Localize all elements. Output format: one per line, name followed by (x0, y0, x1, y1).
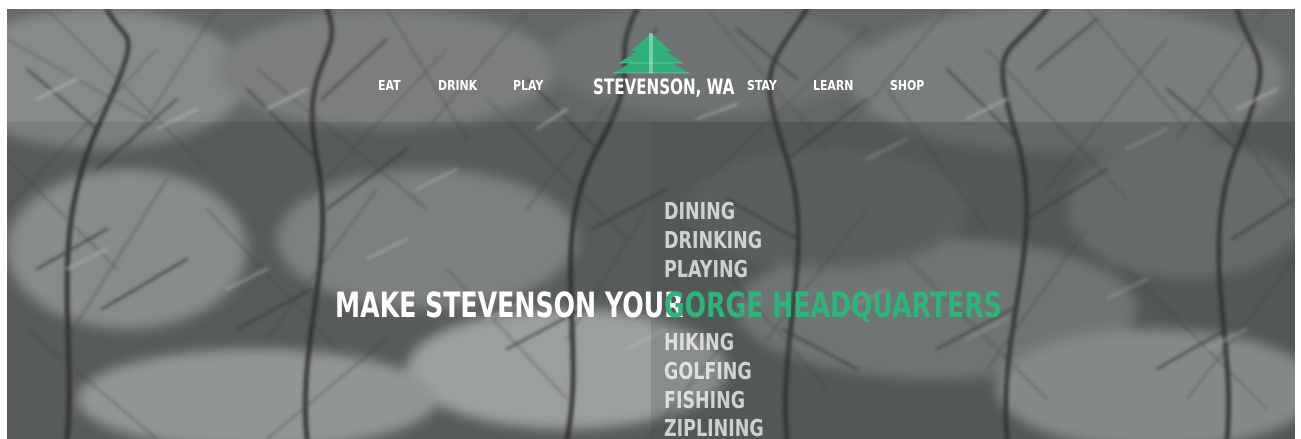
logo-text: STEVENSON, WA (593, 75, 735, 99)
nav-link-play[interactable]: PLAY (513, 79, 543, 94)
rotating-word: FISHING (664, 388, 746, 414)
hero-tagline: MAKE STEVENSON YOUR (335, 286, 684, 326)
rotating-word: ZIPLINING (664, 416, 764, 439)
rotating-word: DRINKING (664, 228, 763, 254)
nav-link-shop[interactable]: SHOP (890, 79, 924, 94)
rotating-word: HIKING (664, 330, 735, 356)
tree-icon (613, 33, 689, 74)
nav-link-drink[interactable]: DRINK (438, 79, 477, 94)
rotating-word: GOLFING (664, 359, 752, 385)
hero-section: EAT DRINK PLAY STEVENSON, WA STAY LEARN … (7, 9, 1295, 439)
nav-link-stay[interactable]: STAY (747, 79, 777, 94)
nav-link-learn[interactable]: LEARN (813, 79, 853, 94)
rotating-word: DINING (664, 199, 736, 225)
hero-highlight-word: GORGE HEADQUARTERS (664, 286, 1002, 326)
rotating-word: PLAYING (664, 257, 748, 283)
site-logo[interactable]: STEVENSON, WA (593, 33, 734, 103)
nav-link-eat[interactable]: EAT (378, 79, 401, 94)
